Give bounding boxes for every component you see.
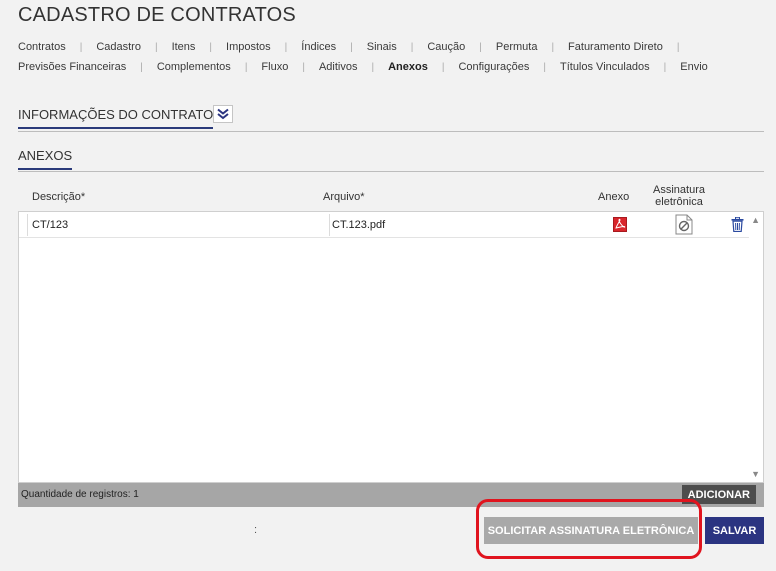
attachments-grid: CT/123 CT.123.pdf ▲ ▼ bbox=[18, 211, 764, 483]
nav-separator: | bbox=[244, 61, 248, 73]
nav-separator: | bbox=[154, 41, 158, 53]
column-header-descricao: Descrição* bbox=[32, 191, 86, 203]
tab-fluxo[interactable]: Fluxo bbox=[261, 61, 288, 73]
nav-separator: | bbox=[663, 61, 667, 73]
column-header-anexo: Anexo bbox=[598, 191, 630, 203]
tab-anexos[interactable]: Anexos bbox=[388, 61, 428, 73]
scroll-up-icon[interactable]: ▲ bbox=[751, 215, 760, 225]
signature-blocked-icon[interactable] bbox=[675, 214, 693, 235]
pdf-icon[interactable] bbox=[613, 217, 627, 232]
section-title: INFORMAÇÕES DO CONTRATO bbox=[18, 107, 214, 129]
record-count: Quantidade de registros: 1 bbox=[21, 489, 139, 500]
section-title: ANEXOS bbox=[18, 148, 73, 170]
tab-previsoes-financeiras[interactable]: Previsões Financeiras bbox=[18, 61, 126, 73]
column-header-arquivo: Arquivo* bbox=[323, 191, 365, 203]
tab-itens[interactable]: Itens bbox=[172, 41, 196, 53]
chevron-double-down-icon bbox=[217, 108, 229, 120]
tab-faturamento-direto[interactable]: Faturamento Direto bbox=[568, 41, 663, 53]
save-button[interactable]: SALVAR bbox=[705, 517, 764, 544]
nav-separator: | bbox=[79, 41, 83, 53]
section-anexos: ANEXOS bbox=[18, 148, 764, 172]
nav-separator: | bbox=[284, 41, 288, 53]
nav-separator: | bbox=[350, 41, 353, 53]
table-row[interactable]: CT/123 CT.123.pdf bbox=[19, 212, 749, 238]
tab-permuta[interactable]: Permuta bbox=[496, 41, 538, 53]
column-header-assinatura-line2: eletrônica bbox=[655, 196, 703, 208]
expand-section-button[interactable] bbox=[213, 105, 233, 123]
nav-separator: | bbox=[410, 41, 414, 53]
tab-configuracoes[interactable]: Configurações bbox=[458, 61, 529, 73]
tab-impostos[interactable]: Impostos bbox=[226, 41, 271, 53]
request-electronic-signature-button[interactable]: SOLICITAR ASSINATURA ELETRÔNICA bbox=[484, 517, 698, 544]
nav-separator: | bbox=[140, 61, 143, 73]
trash-icon[interactable] bbox=[731, 217, 744, 232]
nav-separator: | bbox=[543, 61, 546, 73]
column-header-assinatura: Assinatura eletrônica bbox=[646, 184, 712, 208]
descricao-cell[interactable]: CT/123 bbox=[27, 214, 327, 236]
tab-complementos[interactable]: Complementos bbox=[157, 61, 231, 73]
tab-cadastro[interactable]: Cadastro bbox=[96, 41, 141, 53]
tab-aditivos[interactable]: Aditivos bbox=[319, 61, 358, 73]
section-informacoes-contrato: INFORMAÇÕES DO CONTRATO bbox=[18, 105, 764, 132]
tab-nav-row-1: Contratos | Cadastro | Itens | Impostos … bbox=[18, 41, 693, 53]
table-header: Descrição* Arquivo* Anexo Assinatura ele… bbox=[18, 180, 764, 212]
empty-field-colon: : bbox=[254, 524, 258, 536]
nav-separator: | bbox=[209, 41, 213, 53]
nav-separator: | bbox=[302, 61, 305, 73]
nav-separator: | bbox=[676, 41, 680, 53]
tab-contratos[interactable]: Contratos bbox=[18, 41, 66, 53]
nav-separator: | bbox=[479, 41, 482, 53]
tab-envio[interactable]: Envio bbox=[680, 61, 708, 73]
tab-titulos-vinculados[interactable]: Títulos Vinculados bbox=[560, 61, 650, 73]
nav-separator: | bbox=[551, 41, 555, 53]
tab-indices[interactable]: Índices bbox=[301, 41, 336, 53]
column-header-assinatura-line1: Assinatura bbox=[653, 184, 705, 196]
nav-separator: | bbox=[371, 61, 375, 73]
scroll-down-icon[interactable]: ▼ bbox=[751, 469, 760, 479]
tab-nav-row-2: Previsões Financeiras | Complementos | F… bbox=[18, 61, 708, 73]
arquivo-cell[interactable]: CT.123.pdf bbox=[329, 214, 599, 236]
nav-separator: | bbox=[441, 61, 445, 73]
tab-sinais[interactable]: Sinais bbox=[367, 41, 397, 53]
tab-caucao[interactable]: Caução bbox=[427, 41, 465, 53]
page-title: CADASTRO DE CONTRATOS bbox=[18, 4, 296, 26]
